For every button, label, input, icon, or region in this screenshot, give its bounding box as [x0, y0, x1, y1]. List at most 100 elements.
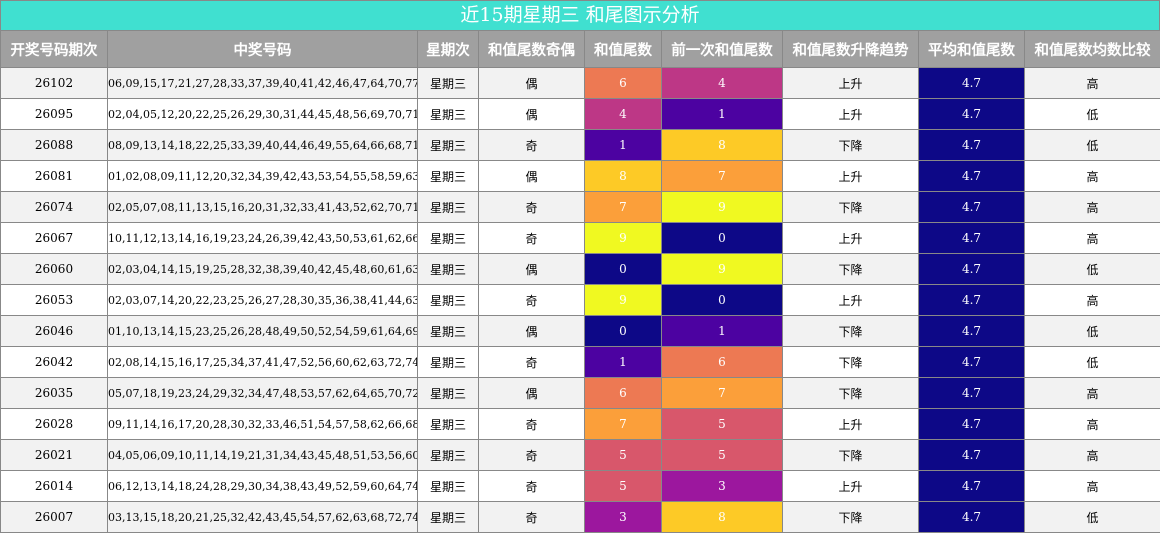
table-body: 2610206,09,15,17,21,27,28,33,37,39,40,41…: [1, 68, 1160, 533]
cell-trend: 下降: [783, 347, 919, 378]
cell-compare: 低: [1025, 502, 1160, 533]
header-avg: 平均和值尾数: [919, 31, 1025, 68]
cell-numbers: 10,11,12,13,14,16,19,23,24,26,39,42,43,5…: [108, 223, 418, 254]
cell-compare: 低: [1025, 316, 1160, 347]
cell-numbers: 01,02,08,09,11,12,20,32,34,39,42,43,53,5…: [108, 161, 418, 192]
cell-trend: 上升: [783, 471, 919, 502]
cell-weekday: 星期三: [418, 254, 479, 285]
cell-weekday: 星期三: [418, 502, 479, 533]
cell-weekday: 星期三: [418, 316, 479, 347]
cell-weekday: 星期三: [418, 409, 479, 440]
header-compare: 和值尾数均数比较: [1025, 31, 1160, 68]
table-row: 2607402,05,07,08,11,13,15,16,20,31,32,33…: [1, 192, 1160, 223]
cell-weekday: 星期三: [418, 192, 479, 223]
cell-parity: 奇: [479, 502, 585, 533]
cell-compare: 高: [1025, 192, 1160, 223]
cell-tail: 1: [585, 130, 662, 161]
cell-tail: 9: [585, 223, 662, 254]
table-row: 2608808,09,13,14,18,22,25,33,39,40,44,46…: [1, 130, 1160, 161]
cell-parity: 奇: [479, 223, 585, 254]
cell-weekday: 星期三: [418, 378, 479, 409]
cell-parity: 奇: [479, 130, 585, 161]
cell-prev-tail: 9: [662, 192, 783, 223]
header-issue: 开奖号码期次: [1, 31, 108, 68]
cell-avg: 4.7: [919, 254, 1025, 285]
table-row: 2602809,11,14,16,17,20,28,30,32,33,46,51…: [1, 409, 1160, 440]
table-row: 2606002,03,04,14,15,19,25,28,32,38,39,40…: [1, 254, 1160, 285]
cell-compare: 高: [1025, 378, 1160, 409]
header-trend: 和值尾数升降趋势: [783, 31, 919, 68]
analysis-table: 开奖号码期次 中奖号码 星期次 和值尾数奇偶 和值尾数 前一次和值尾数 和值尾数…: [0, 30, 1160, 533]
cell-prev-tail: 8: [662, 502, 783, 533]
table-row: 2610206,09,15,17,21,27,28,33,37,39,40,41…: [1, 68, 1160, 99]
cell-prev-tail: 9: [662, 254, 783, 285]
cell-trend: 下降: [783, 440, 919, 471]
cell-issue: 26074: [1, 192, 108, 223]
cell-compare: 低: [1025, 99, 1160, 130]
cell-avg: 4.7: [919, 285, 1025, 316]
table-row: 2609502,04,05,12,20,22,25,26,29,30,31,44…: [1, 99, 1160, 130]
cell-weekday: 星期三: [418, 130, 479, 161]
cell-prev-tail: 4: [662, 68, 783, 99]
cell-avg: 4.7: [919, 471, 1025, 502]
cell-issue: 26042: [1, 347, 108, 378]
cell-issue: 26088: [1, 130, 108, 161]
header-prev-tail: 前一次和值尾数: [662, 31, 783, 68]
cell-tail: 4: [585, 99, 662, 130]
cell-parity: 偶: [479, 316, 585, 347]
cell-numbers: 03,13,15,18,20,21,25,32,42,43,45,54,57,6…: [108, 502, 418, 533]
cell-parity: 奇: [479, 285, 585, 316]
cell-tail: 6: [585, 68, 662, 99]
header-row: 开奖号码期次 中奖号码 星期次 和值尾数奇偶 和值尾数 前一次和值尾数 和值尾数…: [1, 31, 1160, 68]
cell-avg: 4.7: [919, 440, 1025, 471]
cell-tail: 5: [585, 440, 662, 471]
cell-tail: 7: [585, 192, 662, 223]
cell-trend: 上升: [783, 99, 919, 130]
cell-parity: 偶: [479, 68, 585, 99]
cell-avg: 4.7: [919, 130, 1025, 161]
cell-prev-tail: 0: [662, 223, 783, 254]
table-row: 2603505,07,18,19,23,24,29,32,34,47,48,53…: [1, 378, 1160, 409]
header-tail: 和值尾数: [585, 31, 662, 68]
table-row: 2605302,03,07,14,20,22,23,25,26,27,28,30…: [1, 285, 1160, 316]
cell-issue: 26060: [1, 254, 108, 285]
cell-issue: 26014: [1, 471, 108, 502]
header-numbers: 中奖号码: [108, 31, 418, 68]
cell-prev-tail: 1: [662, 316, 783, 347]
cell-issue: 26046: [1, 316, 108, 347]
cell-numbers: 06,09,15,17,21,27,28,33,37,39,40,41,42,4…: [108, 68, 418, 99]
cell-numbers: 02,03,04,14,15,19,25,28,32,38,39,40,42,4…: [108, 254, 418, 285]
cell-avg: 4.7: [919, 223, 1025, 254]
cell-weekday: 星期三: [418, 285, 479, 316]
cell-compare: 高: [1025, 285, 1160, 316]
cell-tail: 6: [585, 378, 662, 409]
cell-numbers: 06,12,13,14,18,24,28,29,30,34,38,43,49,5…: [108, 471, 418, 502]
cell-trend: 上升: [783, 68, 919, 99]
cell-numbers: 04,05,06,09,10,11,14,19,21,31,34,43,45,4…: [108, 440, 418, 471]
cell-compare: 高: [1025, 161, 1160, 192]
cell-prev-tail: 3: [662, 471, 783, 502]
cell-trend: 上升: [783, 223, 919, 254]
cell-tail: 8: [585, 161, 662, 192]
cell-compare: 低: [1025, 347, 1160, 378]
cell-parity: 奇: [479, 440, 585, 471]
cell-issue: 26102: [1, 68, 108, 99]
cell-trend: 下降: [783, 130, 919, 161]
cell-weekday: 星期三: [418, 471, 479, 502]
table-row: 2604202,08,14,15,16,17,25,34,37,41,47,52…: [1, 347, 1160, 378]
cell-numbers: 02,04,05,12,20,22,25,26,29,30,31,44,45,4…: [108, 99, 418, 130]
cell-issue: 26053: [1, 285, 108, 316]
cell-numbers: 09,11,14,16,17,20,28,30,32,33,46,51,54,5…: [108, 409, 418, 440]
cell-compare: 高: [1025, 440, 1160, 471]
cell-avg: 4.7: [919, 378, 1025, 409]
table-row: 2606710,11,12,13,14,16,19,23,24,26,39,42…: [1, 223, 1160, 254]
cell-issue: 26035: [1, 378, 108, 409]
cell-parity: 奇: [479, 471, 585, 502]
cell-prev-tail: 8: [662, 130, 783, 161]
cell-issue: 26067: [1, 223, 108, 254]
cell-weekday: 星期三: [418, 440, 479, 471]
cell-parity: 偶: [479, 378, 585, 409]
cell-parity: 偶: [479, 99, 585, 130]
header-parity: 和值尾数奇偶: [479, 31, 585, 68]
cell-issue: 26021: [1, 440, 108, 471]
